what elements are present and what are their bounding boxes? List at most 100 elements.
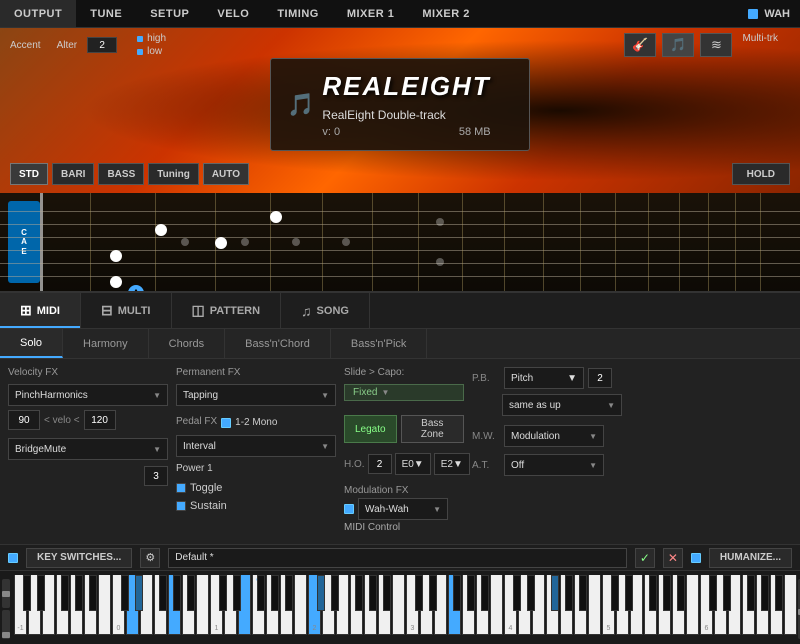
auto-button[interactable]: AUTO (203, 163, 249, 185)
bridge-val-input[interactable] (144, 466, 168, 486)
pb-val-input[interactable] (588, 368, 612, 388)
preset-dropdown[interactable]: Default * (168, 548, 627, 568)
subtab-harmony[interactable]: Harmony (63, 329, 149, 358)
black-key-7-5[interactable] (775, 575, 783, 611)
black-key-7-3[interactable] (747, 575, 755, 611)
black-key-5-3[interactable] (551, 575, 559, 611)
black-key-4-1[interactable] (429, 575, 437, 611)
tuning-button[interactable]: Tuning (148, 163, 199, 185)
white-key-3-6[interactable] (392, 575, 405, 635)
black-key-7-4[interactable] (761, 575, 769, 611)
at-dropdown[interactable]: Off ▼ (504, 454, 604, 476)
black-key-2-3[interactable] (257, 575, 265, 611)
guitar-icon-btn[interactable]: 🎸 (624, 33, 656, 57)
bass-button[interactable]: BASS (98, 163, 144, 185)
mod-slider[interactable] (2, 610, 10, 639)
strum-icon-btn[interactable]: 🎵 (662, 33, 694, 57)
black-key-1-0[interactable] (121, 575, 129, 611)
black-key-3-1[interactable] (331, 575, 339, 611)
black-key-2-0[interactable] (219, 575, 227, 611)
subtab-chords[interactable]: Chords (149, 329, 225, 358)
e2-dropdown[interactable]: E2 ▼ (434, 453, 470, 475)
nav-velo[interactable]: VELO (203, 0, 263, 27)
same-as-up-dropdown[interactable]: same as up ▼ (502, 394, 622, 416)
key-switches-button[interactable]: KEY SWITCHES... (26, 548, 132, 568)
black-key-1-3[interactable] (159, 575, 167, 611)
toggle-checkbox[interactable] (176, 483, 186, 493)
black-key-4-4[interactable] (467, 575, 475, 611)
nav-tune[interactable]: TUNE (76, 0, 136, 27)
nav-mixer2[interactable]: MIXER 2 (408, 0, 484, 27)
legato-button[interactable]: Legato (344, 415, 397, 443)
black-key-0-0[interactable] (23, 575, 31, 611)
black-key-2-4[interactable] (271, 575, 279, 611)
black-key-4-5[interactable] (481, 575, 489, 611)
tab-pattern[interactable]: ◫ PATTERN (172, 293, 282, 328)
tab-multi[interactable]: ⊟ MULTI (81, 293, 172, 328)
black-key-5-4[interactable] (565, 575, 573, 611)
black-key-0-1[interactable] (37, 575, 45, 611)
subtab-solo[interactable]: Solo (0, 329, 63, 358)
tab-song[interactable]: ♫ SONG (281, 293, 370, 328)
black-key-6-4[interactable] (663, 575, 671, 611)
black-key-5-0[interactable] (513, 575, 521, 611)
white-key-5-6[interactable] (588, 575, 601, 635)
nav-mixer1[interactable]: MIXER 1 (333, 0, 409, 27)
black-key-2-1[interactable] (233, 575, 241, 611)
black-key-5-1[interactable] (527, 575, 535, 611)
pitch-dropdown[interactable]: Pitch ▼ (504, 367, 584, 389)
black-key-1-4[interactable] (173, 575, 181, 611)
tremolo-icon-btn[interactable]: ≋ (700, 33, 732, 57)
black-key-4-3[interactable] (453, 575, 461, 611)
tab-midi[interactable]: ⊞ MIDI (0, 293, 81, 328)
black-key-0-4[interactable] (75, 575, 83, 611)
velo-max-input[interactable] (84, 410, 116, 430)
bridge-mute-dropdown[interactable]: BridgeMute ▼ (8, 438, 168, 460)
sustain-checkbox[interactable] (176, 501, 186, 511)
modulation-dropdown[interactable]: Modulation ▼ (504, 425, 604, 447)
slide-fixed-dropdown[interactable]: Fixed ▼ (344, 384, 464, 401)
interval-dropdown[interactable]: Interval ▼ (176, 435, 336, 457)
black-key-5-5[interactable] (579, 575, 587, 611)
black-key-6-0[interactable] (611, 575, 619, 611)
black-key-4-0[interactable] (415, 575, 423, 611)
black-key-3-4[interactable] (369, 575, 377, 611)
settings-icon-btn[interactable]: ⚙ (140, 548, 160, 568)
pitch-slider[interactable] (2, 579, 10, 608)
wah-wah-dropdown[interactable]: Wah-Wah ▼ (358, 498, 448, 520)
nav-timing[interactable]: TIMING (263, 0, 333, 27)
velocity-fx-dropdown[interactable]: PinchHarmonics ▼ (8, 384, 168, 406)
white-key-7-6[interactable] (784, 575, 797, 635)
black-key-3-0[interactable] (317, 575, 325, 611)
bass-zone-button[interactable]: Bass Zone (401, 415, 464, 443)
velo-min-input[interactable] (8, 410, 40, 430)
black-key-1-5[interactable] (187, 575, 195, 611)
save-button[interactable]: ✓ (635, 548, 655, 568)
std-button[interactable]: STD (10, 163, 48, 185)
black-key-3-3[interactable] (355, 575, 363, 611)
humanize-button[interactable]: HUMANIZE... (709, 548, 792, 568)
white-key-1-6[interactable] (196, 575, 209, 635)
subtab-bassn-pick[interactable]: Bass'n'Pick (331, 329, 428, 358)
white-key-2-6[interactable] (294, 575, 307, 635)
black-key-7-1[interactable] (723, 575, 731, 611)
black-key-1-1[interactable] (135, 575, 143, 611)
white-key-6-6[interactable] (686, 575, 699, 635)
nav-setup[interactable]: SETUP (136, 0, 203, 27)
alter-spinbox[interactable]: 2 (87, 37, 117, 53)
ho-value-input[interactable] (368, 454, 392, 474)
black-key-0-3[interactable] (61, 575, 69, 611)
black-key-7-0[interactable] (709, 575, 717, 611)
black-key-2-5[interactable] (285, 575, 293, 611)
nav-output[interactable]: OUTPUT (0, 0, 76, 27)
hold-button[interactable]: HOLD (732, 163, 790, 185)
black-key-6-1[interactable] (625, 575, 633, 611)
white-key-0-6[interactable] (98, 575, 111, 635)
delete-button[interactable]: ✕ (663, 548, 683, 568)
black-key-3-5[interactable] (383, 575, 391, 611)
permanent-fx-dropdown[interactable]: Tapping ▼ (176, 384, 336, 406)
black-key-0-5[interactable] (89, 575, 97, 611)
black-key-6-3[interactable] (649, 575, 657, 611)
subtab-bassn-chord[interactable]: Bass'n'Chord (225, 329, 331, 358)
white-key-4-6[interactable] (490, 575, 503, 635)
